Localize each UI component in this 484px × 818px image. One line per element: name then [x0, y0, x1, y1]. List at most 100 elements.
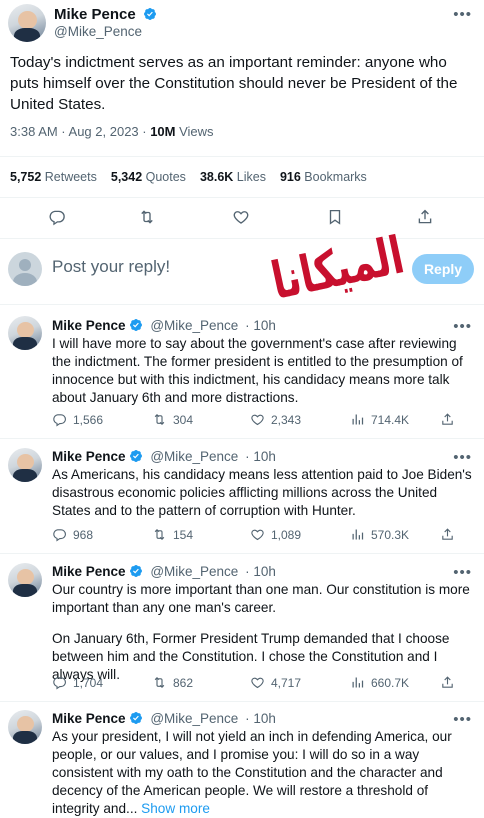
- likes-stat[interactable]: 38.6K Likes: [200, 170, 266, 184]
- reply-input[interactable]: Post your reply!: [52, 257, 170, 277]
- reply-handle[interactable]: @Mike_Pence: [150, 711, 238, 726]
- reply-header: Mike Pence @Mike_Pence · 10h: [52, 318, 276, 333]
- user-avatar-placeholder: [8, 252, 42, 286]
- divider: [0, 553, 484, 554]
- reply-count[interactable]: 1,566: [52, 412, 103, 427]
- reply-header: Mike Pence @Mike_Pence · 10h: [52, 449, 276, 464]
- engagement-stats: 5,752 Retweets 5,342 Quotes 38.6K Likes …: [10, 170, 367, 184]
- divider: [0, 238, 484, 239]
- reply-count-value: 1,566: [73, 412, 104, 427]
- reply-time[interactable]: · 10h: [245, 449, 276, 464]
- like-count-value: 1,089: [271, 527, 302, 542]
- author-display-name[interactable]: Mike Pence: [54, 6, 136, 23]
- views-count-value: 570.3K: [371, 527, 410, 542]
- quotes-count: 5,342: [110, 170, 143, 184]
- reply-display-name[interactable]: Mike Pence: [52, 711, 126, 726]
- watermark-text: الميكانا: [266, 225, 410, 311]
- views-count-value: 714.4K: [371, 412, 410, 427]
- likes-count: 38.6K: [199, 170, 234, 184]
- retweet-count-value: 862: [173, 675, 194, 690]
- tweet-text: Today's indictment serves as an importan…: [10, 54, 458, 113]
- views-label: Views: [175, 124, 214, 139]
- reply-button[interactable]: Reply: [412, 254, 474, 284]
- watermark-logo: الميكانا: [267, 225, 410, 311]
- reply-text: Our country is more important than one m…: [52, 582, 470, 615]
- reply-time[interactable]: · 10h: [245, 711, 276, 726]
- share-icon[interactable]: [440, 675, 455, 690]
- quotes-label: Quotes: [142, 170, 186, 184]
- author-avatar[interactable]: [8, 4, 46, 42]
- reply-icon[interactable]: [48, 208, 66, 226]
- retweet-count[interactable]: 154: [152, 527, 193, 542]
- retweet-count-value: 304: [173, 412, 194, 427]
- likes-label: Likes: [233, 170, 266, 184]
- retweet-icon[interactable]: [138, 208, 156, 226]
- like-count[interactable]: 4,717: [250, 675, 301, 690]
- like-count-value: 4,717: [271, 675, 302, 690]
- bookmark-icon[interactable]: [326, 208, 344, 226]
- reply-count-value: 968: [73, 527, 94, 542]
- verified-badge-icon: [129, 450, 142, 462]
- like-count-value: 2,343: [271, 412, 302, 427]
- like-count[interactable]: 1,089: [250, 527, 301, 542]
- views-count[interactable]: 570.3K: [350, 527, 409, 542]
- share-icon[interactable]: [440, 412, 455, 427]
- divider: [0, 304, 484, 305]
- reply-header: Mike Pence @Mike_Pence · 10h: [52, 564, 276, 579]
- reply-text: As your president, I will not yield an i…: [52, 729, 452, 816]
- retweets-label: Retweets: [41, 170, 97, 184]
- divider: [0, 197, 484, 198]
- like-icon[interactable]: [232, 208, 250, 226]
- author-handle[interactable]: @Mike_Pence: [54, 24, 142, 39]
- share-icon[interactable]: [416, 208, 434, 226]
- action-bar: [0, 208, 484, 230]
- retweets-count: 5,752: [10, 170, 42, 184]
- views-count[interactable]: 714.4K: [350, 412, 409, 427]
- tweet-timestamp: 3:38 AM · Aug 2, 2023 · 10M Views: [10, 124, 214, 139]
- reply-display-name[interactable]: Mike Pence: [52, 318, 126, 333]
- views-count[interactable]: 660.7K: [350, 675, 409, 690]
- like-count[interactable]: 2,343: [250, 412, 301, 427]
- bookmarks-count: 916: [279, 170, 301, 184]
- reply-count-value: 1,704: [73, 675, 104, 690]
- reply-header: Mike Pence @Mike_Pence · 10h: [52, 711, 276, 726]
- retweet-count[interactable]: 304: [152, 412, 193, 427]
- reply-display-name[interactable]: Mike Pence: [52, 449, 126, 464]
- verified-badge-icon: [129, 565, 142, 577]
- reply-handle[interactable]: @Mike_Pence: [150, 318, 238, 333]
- quotes-stat[interactable]: 5,342 Quotes: [111, 170, 186, 184]
- divider: [0, 701, 484, 702]
- divider: [0, 438, 484, 439]
- reply-avatar[interactable]: [8, 316, 42, 350]
- divider: [0, 156, 484, 157]
- verified-badge-icon: [129, 712, 142, 724]
- bookmarks-label: Bookmarks: [300, 170, 367, 184]
- reply-handle[interactable]: @Mike_Pence: [150, 449, 238, 464]
- retweet-count[interactable]: 862: [152, 675, 193, 690]
- reply-time[interactable]: · 10h: [245, 318, 276, 333]
- more-options-icon[interactable]: •••: [453, 564, 472, 581]
- reply-time[interactable]: · 10h: [245, 564, 276, 579]
- reply-count[interactable]: 968: [52, 527, 93, 542]
- more-options-icon[interactable]: •••: [453, 318, 472, 335]
- more-options-icon[interactable]: •••: [453, 449, 472, 466]
- bookmarks-stat[interactable]: 916 Bookmarks: [280, 170, 367, 184]
- reply-avatar[interactable]: [8, 448, 42, 482]
- reply-count[interactable]: 1,704: [52, 675, 103, 690]
- more-options-icon[interactable]: •••: [453, 711, 472, 728]
- share-icon[interactable]: [440, 527, 455, 542]
- tweet-time[interactable]: 3:38 AM · Aug 2, 2023 ·: [10, 124, 150, 139]
- more-options-icon[interactable]: •••: [453, 6, 472, 23]
- reply-avatar[interactable]: [8, 710, 42, 744]
- reply-handle[interactable]: @Mike_Pence: [150, 564, 238, 579]
- reply-avatar[interactable]: [8, 563, 42, 597]
- reply-text: As Americans, his candidacy means less a…: [52, 467, 472, 518]
- show-more-link[interactable]: Show more: [141, 801, 210, 816]
- views-count-value: 660.7K: [371, 675, 410, 690]
- retweets-stat[interactable]: 5,752 Retweets: [10, 170, 97, 184]
- verified-badge-icon: [129, 319, 142, 331]
- reply-display-name[interactable]: Mike Pence: [52, 564, 126, 579]
- reply-text-container: As your president, I will not yield an i…: [52, 728, 472, 818]
- author-name-row[interactable]: Mike Pence: [54, 6, 157, 23]
- verified-badge-icon: [143, 8, 156, 20]
